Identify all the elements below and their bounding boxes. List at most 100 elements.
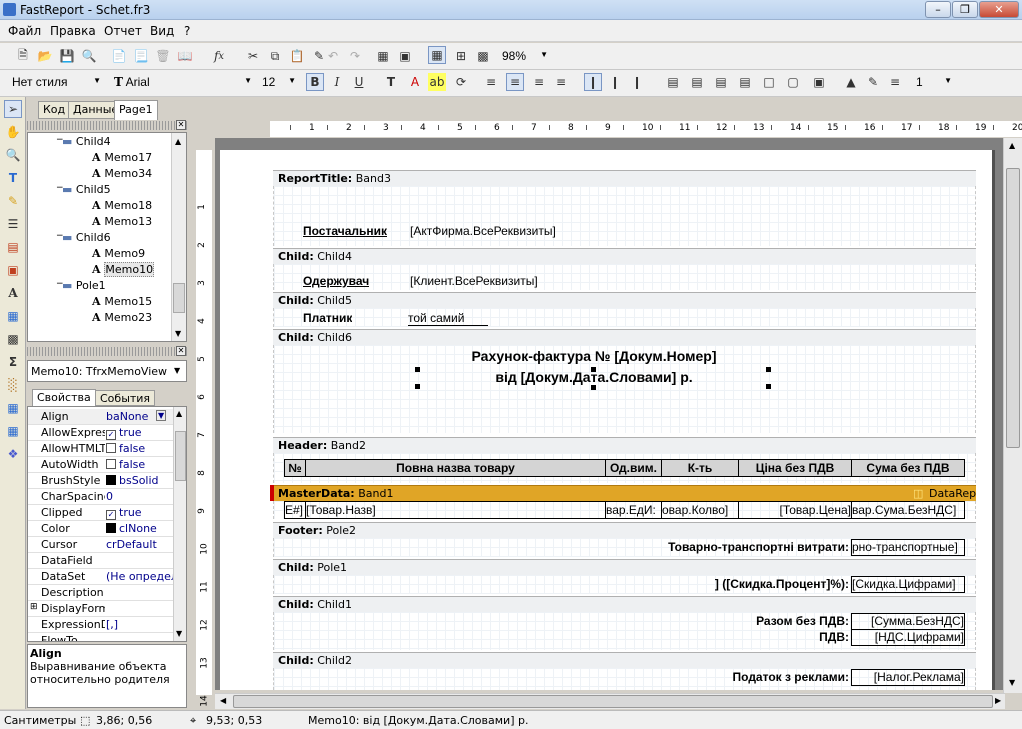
menu-file[interactable]: Файл xyxy=(8,24,41,38)
tree-band-item[interactable]: ▬ Pole1 xyxy=(62,279,106,292)
ungroup-icon[interactable]: ▣ xyxy=(396,47,414,65)
scroll-right-icon[interactable]: ▶ xyxy=(995,696,1001,705)
checkbox[interactable]: ✓ xyxy=(106,510,116,520)
subreport-tool-icon[interactable]: ▩ xyxy=(4,330,22,348)
property-row[interactable]: Clipped ✓ true xyxy=(28,505,173,521)
table-tool-icon[interactable]: ▦ xyxy=(4,399,22,417)
cut-icon[interactable]: ✂ xyxy=(244,47,262,65)
expand-toggle-icon[interactable]: − xyxy=(56,231,64,241)
property-value[interactable]: 0 xyxy=(106,490,174,503)
vscroll-thumb[interactable] xyxy=(1006,168,1020,448)
align-to-grid-icon[interactable]: ⊞ xyxy=(452,47,470,65)
tree-memo-item[interactable]: A Memo18 xyxy=(92,199,152,212)
frame-width-select[interactable]: 1 ▼ xyxy=(912,73,954,93)
scroll-up-icon[interactable]: ▲ xyxy=(176,409,182,418)
rotation-icon[interactable]: ⟳ xyxy=(452,73,470,91)
scroll-down-icon[interactable]: ▼ xyxy=(1009,678,1015,687)
band-footer[interactable]: Footer: Pole2 xyxy=(273,522,976,538)
property-value[interactable]: bsSolid xyxy=(106,474,174,487)
object-selector[interactable]: Memo10: TfrxMemoView ▼ xyxy=(27,360,187,382)
tree-band-item[interactable]: ▬ Child5 xyxy=(62,183,111,196)
more-tools-icon[interactable]: ❖ xyxy=(4,445,22,463)
picture-tool-icon[interactable]: ▣ xyxy=(4,261,22,279)
property-row[interactable]: CharSpacing 0 xyxy=(28,489,173,505)
col-header-num[interactable]: № xyxy=(284,459,306,477)
selection-handle[interactable] xyxy=(591,385,596,390)
frame-top-icon[interactable]: ▤ xyxy=(664,73,682,91)
property-value[interactable]: [,] xyxy=(106,618,174,631)
cell-qty[interactable]: овар.Колво] xyxy=(661,501,739,519)
cell-num[interactable]: E#] xyxy=(284,501,306,519)
new-report-icon[interactable]: 📄 xyxy=(110,47,128,65)
tree-scrollbar[interactable]: ▲ ▼ xyxy=(171,133,186,341)
select-tool-icon[interactable]: ➢ xyxy=(4,100,22,118)
new-file-icon[interactable]: 🗎 xyxy=(14,47,32,65)
valign-bottom-icon[interactable]: ❙ xyxy=(628,73,646,91)
open-folder-icon[interactable]: 📂 xyxy=(36,47,54,65)
tree-memo-item[interactable]: A Memo17 xyxy=(92,151,152,164)
col-header-sum[interactable]: Сума без ПДВ xyxy=(851,459,965,477)
tree-scroll-thumb[interactable] xyxy=(173,283,185,313)
close-icon[interactable]: ✕ xyxy=(176,346,186,356)
cell-name[interactable]: [Товар.Назв] xyxy=(305,501,606,519)
cell-unit[interactable]: вар.ЕдИ: xyxy=(605,501,662,519)
menu-report[interactable]: Отчет xyxy=(104,24,142,38)
scroll-up-icon[interactable]: ▲ xyxy=(175,137,181,146)
menu-edit[interactable]: Правка xyxy=(50,24,96,38)
property-value[interactable]: false xyxy=(106,442,174,455)
font-select[interactable]: T Arial ▼ xyxy=(110,73,254,93)
inspector-grip[interactable] xyxy=(27,347,187,356)
property-value[interactable]: crDefault xyxy=(106,538,174,551)
undo-icon[interactable]: ↶ xyxy=(324,47,342,65)
zoom-tool-icon[interactable]: 🔍 xyxy=(4,146,22,164)
band-pole1[interactable]: Child: Pole1 xyxy=(273,559,976,575)
property-row[interactable]: ⊞DisplayForma xyxy=(28,601,173,617)
chart-tool-icon[interactable]: ▤ xyxy=(4,238,22,256)
paste-icon[interactable]: 📋 xyxy=(288,47,306,65)
frame-bottom-icon[interactable]: ▤ xyxy=(688,73,706,91)
close-icon[interactable]: ✕ xyxy=(176,120,186,130)
col-header-price[interactable]: Ціна без ПДВ xyxy=(738,459,852,477)
band-child2[interactable]: Child: Child2 xyxy=(273,652,976,668)
fill-color-icon[interactable]: ▲ xyxy=(842,73,860,91)
cell-price[interactable]: [Товар.Цена] xyxy=(738,501,852,519)
property-row[interactable]: Description xyxy=(28,585,173,601)
fit-to-grid-icon[interactable]: ▩ xyxy=(474,47,492,65)
band-report-title[interactable]: ReportTitle: Band3 xyxy=(273,170,976,186)
frame-color-icon[interactable]: ✎ xyxy=(864,73,882,91)
tab-code[interactable]: Код xyxy=(38,101,71,119)
ad-tax-label[interactable]: Податок з реклами: xyxy=(694,670,849,684)
tree-band-item[interactable]: ▬ Child6 xyxy=(62,231,111,244)
tab-properties[interactable]: Свойства xyxy=(32,389,96,406)
tab-events[interactable]: События xyxy=(95,390,156,406)
property-value[interactable]: false xyxy=(106,458,174,471)
total-value[interactable]: [Сумма.БезНДС] xyxy=(851,613,965,630)
props-scroll-thumb[interactable] xyxy=(175,431,186,481)
tree-panel-grip[interactable] xyxy=(27,121,187,130)
supplier-value[interactable]: [АктФирма.ВсеРеквизиты] xyxy=(410,224,960,238)
bold-button[interactable]: B xyxy=(306,73,324,91)
col-header-unit[interactable]: Од.вим. xyxy=(605,459,662,477)
property-row[interactable]: DataField xyxy=(28,553,173,569)
discount-value[interactable]: [Скидка.Цифрами] xyxy=(851,576,965,593)
checkbox[interactable] xyxy=(106,443,116,453)
tree-memo-item[interactable]: A Memo10 xyxy=(92,262,155,277)
property-row[interactable]: Color clNone xyxy=(28,521,173,537)
valign-middle-icon[interactable]: ❙ xyxy=(606,73,624,91)
minimize-button[interactable]: – xyxy=(925,1,951,18)
col-header-name[interactable]: Повна назва товару xyxy=(305,459,606,477)
underline-button[interactable]: U xyxy=(350,73,368,91)
band-child5[interactable]: Child: Child5 xyxy=(273,292,976,308)
align-right-icon[interactable]: ≡ xyxy=(530,73,548,91)
align-justify-icon[interactable]: ≡ xyxy=(552,73,570,91)
expand-toggle-icon[interactable]: − xyxy=(56,279,64,289)
text-tool-icon[interactable]: T xyxy=(4,169,22,187)
props-scrollbar[interactable]: ▲ ▼ xyxy=(173,407,186,641)
italic-button[interactable]: I xyxy=(328,73,346,91)
vat-value[interactable]: [НДС.Цифрами] xyxy=(851,629,965,646)
property-row[interactable]: ExpressionDe[,] xyxy=(28,617,173,633)
vertical-scrollbar[interactable]: ▲ ▼ xyxy=(1003,138,1022,693)
scroll-left-icon[interactable]: ◀ xyxy=(220,696,226,705)
tab-page1[interactable]: Page1 xyxy=(114,100,158,120)
new-page-icon[interactable]: 📃 xyxy=(132,47,150,65)
